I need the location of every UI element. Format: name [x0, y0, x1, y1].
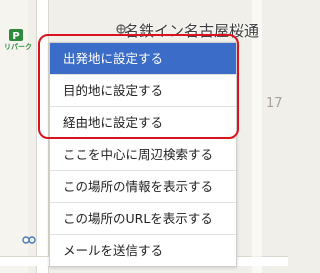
- map-number-label: 17: [266, 96, 283, 111]
- menu-item-search-nearby[interactable]: ここを中心に周辺検索する: [50, 139, 236, 171]
- menu-item-send-email[interactable]: メールを送信する: [50, 235, 236, 266]
- menu-item-set-destination[interactable]: 目的地に設定する: [50, 75, 236, 107]
- map-road: [36, 0, 48, 273]
- parking-poi-caption: リパーク: [4, 43, 32, 51]
- menu-item-set-waypoint[interactable]: 経由地に設定する: [50, 107, 236, 139]
- context-menu: 出発地に設定する 目的地に設定する 経由地に設定する ここを中心に周辺検索する …: [49, 42, 237, 267]
- menu-item-set-origin[interactable]: 出発地に設定する: [50, 43, 236, 75]
- place-name-label: 名鉄イン名古屋桜通: [124, 22, 260, 40]
- menu-item-show-place-url[interactable]: この場所のURLを表示する: [50, 203, 236, 235]
- transit-icon: [22, 236, 36, 244]
- menu-item-show-place-info[interactable]: この場所の情報を表示する: [50, 171, 236, 203]
- svg-text:P: P: [12, 31, 19, 42]
- map-road-edge: [36, 0, 37, 273]
